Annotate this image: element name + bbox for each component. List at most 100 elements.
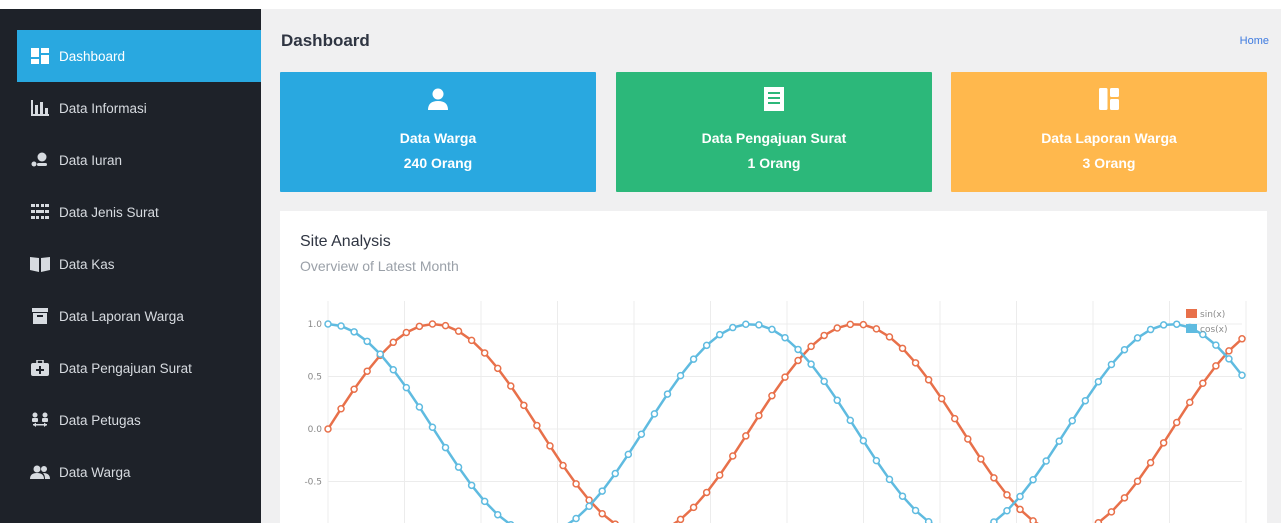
data-point xyxy=(702,488,711,497)
data-point xyxy=(768,325,776,334)
data-point xyxy=(428,423,437,432)
grid-icon xyxy=(29,203,51,221)
data-point xyxy=(507,382,515,390)
data-point xyxy=(1225,347,1233,355)
data-point xyxy=(467,336,476,345)
data-point xyxy=(546,442,554,450)
data-point xyxy=(1238,335,1246,343)
data-point xyxy=(1172,320,1181,328)
sidebar-item-data-petugas[interactable]: Data Petugas xyxy=(17,394,261,446)
data-point xyxy=(1212,362,1220,370)
data-point xyxy=(755,411,763,420)
data-point xyxy=(572,514,580,523)
book-open-icon xyxy=(29,255,51,273)
card-data-laporan-warga[interactable]: Data Laporan Warga 3 Orang xyxy=(951,72,1267,192)
sidebar-item-data-iuran[interactable]: Data Iuran xyxy=(17,134,261,186)
data-point xyxy=(493,364,502,373)
data-point xyxy=(1029,517,1037,523)
data-point xyxy=(715,471,724,479)
data-point xyxy=(493,510,502,519)
data-point xyxy=(937,394,946,403)
data-point xyxy=(1186,398,1194,407)
sidebar-item-label: Data Informasi xyxy=(59,100,147,116)
data-point xyxy=(1199,379,1207,388)
data-point xyxy=(1159,439,1168,447)
data-point xyxy=(1003,507,1011,515)
sidebar-item-label: Data Warga xyxy=(59,464,131,480)
data-point xyxy=(859,320,868,329)
data-point xyxy=(1120,494,1129,502)
data-point xyxy=(1081,396,1090,405)
card-data-pengajuan-surat[interactable]: Data Pengajuan Surat 1 Orang xyxy=(616,72,932,192)
data-point xyxy=(1016,492,1024,501)
sidebar-item-data-kas[interactable]: Data Kas xyxy=(17,238,261,290)
data-point xyxy=(742,432,750,440)
sidebar-item-data-laporan-warga[interactable]: Data Laporan Warga xyxy=(17,290,261,342)
legend-swatch xyxy=(1186,324,1197,333)
data-point xyxy=(833,396,841,405)
legend-swatch xyxy=(1186,309,1197,318)
data-point xyxy=(833,324,841,332)
data-point xyxy=(1172,418,1181,427)
sidebar-item-label: Data Iuran xyxy=(59,152,123,168)
sidebar-item-label: Data Laporan Warga xyxy=(59,308,184,324)
data-point xyxy=(324,320,332,328)
briefcase-medical-icon xyxy=(29,359,51,377)
y-tick-label: 1.0 xyxy=(308,320,323,330)
data-point xyxy=(846,416,855,425)
sidebar-item-data-informasi[interactable]: Data Informasi xyxy=(17,82,261,134)
sidebar-item-dashboard[interactable]: Dashboard xyxy=(17,30,261,82)
data-point xyxy=(637,430,646,438)
data-point xyxy=(689,503,698,512)
data-point xyxy=(520,401,528,410)
data-point xyxy=(1146,325,1155,334)
data-point xyxy=(363,337,371,346)
data-point xyxy=(729,452,737,460)
card-value: 240 Orang xyxy=(403,155,473,171)
sidebar-item-data-warga[interactable]: Data Warga xyxy=(17,446,261,498)
data-point xyxy=(1146,458,1155,467)
data-point xyxy=(885,475,894,484)
data-point xyxy=(715,330,724,339)
data-point xyxy=(624,450,633,459)
data-point xyxy=(1016,505,1024,514)
data-point xyxy=(663,390,672,398)
data-point xyxy=(533,421,541,430)
data-point xyxy=(402,328,411,337)
sidebar-item-label: Dashboard xyxy=(59,48,126,64)
sidebar-item-data-jenis-surat[interactable]: Data Jenis Surat xyxy=(17,186,261,238)
data-point xyxy=(559,461,567,470)
sidebar-item-label: Data Kas xyxy=(59,256,115,272)
card-title: Data Pengajuan Surat xyxy=(701,130,847,146)
data-point xyxy=(480,497,489,506)
data-point xyxy=(389,366,398,374)
data-point xyxy=(350,328,358,336)
data-point xyxy=(781,333,789,342)
data-point xyxy=(572,480,580,488)
layout-icon xyxy=(1099,86,1119,112)
sidebar-item-data-pengajuan-surat[interactable]: Data Pengajuan Surat xyxy=(17,342,261,394)
data-point xyxy=(885,333,894,341)
data-point xyxy=(428,320,437,328)
data-point xyxy=(924,518,933,523)
data-point xyxy=(794,345,802,354)
data-point xyxy=(363,367,371,375)
breadcrumb-home-link[interactable]: Home xyxy=(1240,35,1269,47)
data-point xyxy=(1225,355,1233,363)
card-data-warga[interactable]: Data Warga 240 Orang xyxy=(280,72,596,192)
card-title: Data Warga xyxy=(399,130,477,146)
y-tick-label: -0.5 xyxy=(304,478,322,488)
data-point xyxy=(1042,457,1050,465)
legend-label: cos(x) xyxy=(1200,325,1228,335)
data-point xyxy=(441,321,450,330)
card-value: 1 Orang xyxy=(747,155,801,171)
y-tick-label: 0.0 xyxy=(308,425,323,435)
data-point xyxy=(898,492,907,500)
data-point xyxy=(1107,508,1116,516)
data-point xyxy=(598,487,606,495)
dashboard-icon xyxy=(29,47,51,65)
data-point xyxy=(1029,475,1037,484)
data-point xyxy=(807,360,815,368)
data-point xyxy=(454,327,463,335)
archive-icon xyxy=(29,307,51,325)
